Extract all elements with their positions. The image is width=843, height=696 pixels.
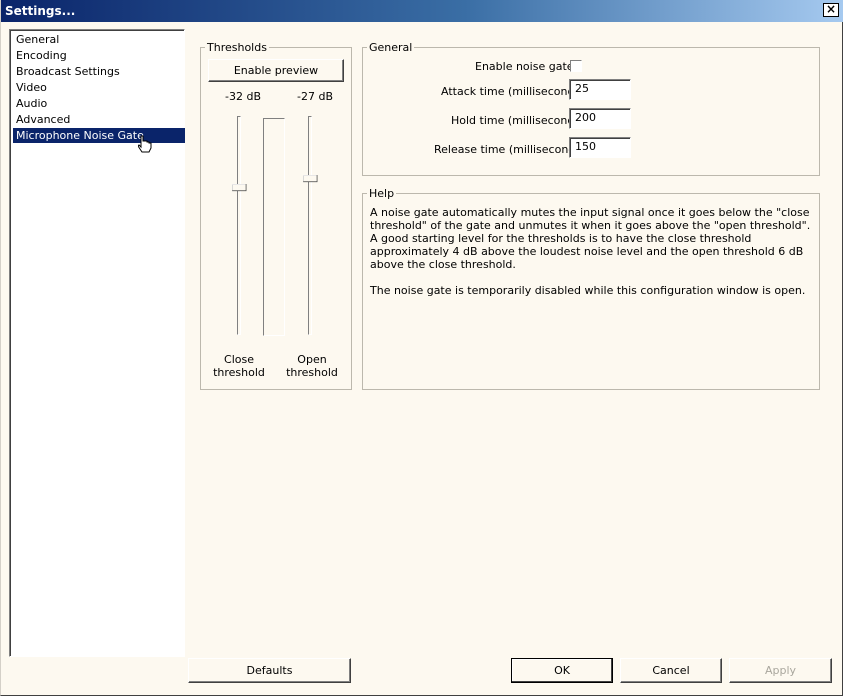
hold-time-field[interactable]: 200	[569, 108, 631, 129]
enable-noise-gate-label: Enable noise gate:	[475, 60, 578, 73]
settings-nav-list[interactable]: General Encoding Broadcast Settings Vide…	[9, 29, 185, 657]
help-paragraph-2: The noise gate is temporarily disabled w…	[370, 284, 806, 297]
general-legend: General	[369, 41, 413, 54]
settings-window: Settings... × General Encoding Broadcast…	[0, 0, 843, 696]
defaults-button[interactable]: Defaults	[188, 658, 351, 683]
title-bar: Settings... ×	[1, 0, 843, 22]
help-text: A noise gate automatically mutes the inp…	[370, 206, 815, 310]
enable-noise-gate-checkbox[interactable]	[570, 60, 582, 72]
open-threshold-value: -27 dB	[297, 90, 333, 103]
cancel-button[interactable]: Cancel	[620, 658, 722, 683]
open-threshold-label-line1: Open	[297, 353, 327, 366]
nav-item-video[interactable]: Video	[13, 80, 50, 95]
attack-time-label: Attack time (milliseconds):	[441, 85, 589, 98]
close-threshold-slider-track[interactable]	[237, 116, 241, 335]
help-paragraph-1: A noise gate automatically mutes the inp…	[370, 206, 811, 271]
ok-button[interactable]: OK	[511, 658, 613, 683]
nav-item-microphone-noise-gate[interactable]: Microphone Noise Gate	[13, 128, 185, 143]
nav-item-audio[interactable]: Audio	[13, 96, 50, 111]
hand-pointer-icon	[138, 135, 152, 153]
nav-item-general[interactable]: General	[13, 32, 62, 47]
help-legend: Help	[369, 187, 395, 200]
hold-time-label: Hold time (milliseconds):	[451, 114, 589, 127]
nav-item-advanced[interactable]: Advanced	[13, 112, 73, 127]
close-icon[interactable]: ×	[823, 3, 839, 17]
nav-item-encoding[interactable]: Encoding	[13, 48, 70, 63]
window-title: Settings...	[5, 4, 76, 18]
apply-button[interactable]: Apply	[729, 658, 832, 683]
enable-preview-button[interactable]: Enable preview	[208, 59, 344, 82]
open-threshold-slider-track[interactable]	[308, 116, 312, 335]
close-threshold-slider-thumb[interactable]	[229, 184, 251, 194]
release-time-field[interactable]: 150	[569, 137, 631, 158]
thresholds-legend: Thresholds	[207, 41, 267, 54]
open-threshold-slider-thumb[interactable]	[300, 175, 322, 185]
close-threshold-label-line1: Close	[224, 353, 254, 366]
open-threshold-label-line2: threshold	[286, 366, 338, 379]
attack-time-field[interactable]: 25	[569, 79, 631, 100]
nav-item-broadcast-settings[interactable]: Broadcast Settings	[13, 64, 123, 79]
input-level-meter	[263, 118, 285, 336]
close-threshold-label-line2: threshold	[213, 366, 265, 379]
close-threshold-value: -32 dB	[225, 90, 261, 103]
release-time-label: Release time (milliseconds):	[434, 143, 590, 156]
